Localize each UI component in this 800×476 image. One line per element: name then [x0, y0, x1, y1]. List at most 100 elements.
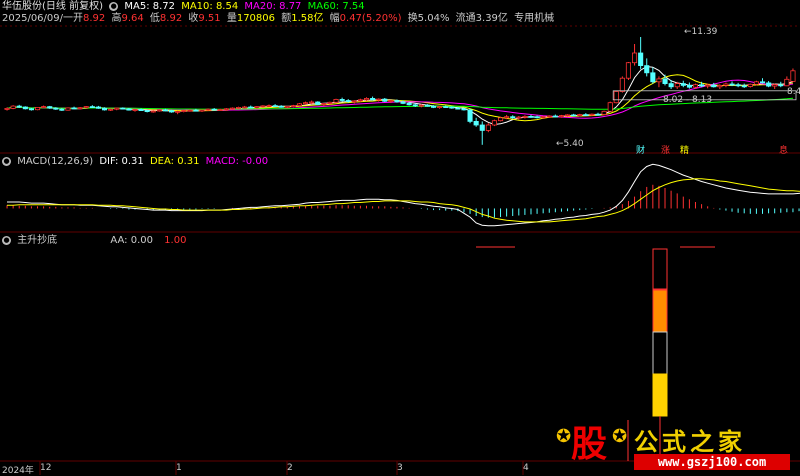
price-panel — [4, 36, 797, 145]
candle — [497, 117, 504, 122]
candle — [540, 116, 546, 119]
macd-panel — [6, 163, 800, 227]
candle — [388, 100, 394, 102]
candle — [424, 104, 430, 107]
candle — [686, 85, 692, 88]
candle — [278, 105, 284, 108]
logo-title: 公式之家 — [634, 428, 746, 456]
high-annotation-value: 11.39 — [691, 27, 718, 37]
candle — [260, 105, 266, 108]
candle — [168, 110, 175, 113]
candle — [656, 78, 662, 83]
candle — [778, 84, 784, 87]
candle — [412, 104, 418, 107]
candle — [394, 100, 400, 103]
tag-featured[interactable]: 精 — [680, 143, 689, 156]
candle — [248, 106, 254, 109]
candle — [77, 107, 83, 110]
candle — [327, 101, 333, 104]
candle — [619, 77, 625, 92]
candle — [577, 114, 583, 116]
candle — [290, 105, 296, 107]
x-label-4: 4 — [523, 463, 529, 473]
candle — [625, 62, 631, 79]
candle — [516, 116, 522, 119]
candle — [16, 105, 22, 108]
candle — [114, 107, 120, 110]
candle — [235, 107, 242, 109]
candle — [772, 84, 778, 87]
candle — [351, 100, 357, 103]
candle — [333, 99, 339, 103]
candle — [711, 84, 717, 88]
candle — [175, 110, 181, 113]
candle — [674, 83, 680, 88]
candle — [528, 116, 534, 118]
stock-chart[interactable] — [0, 0, 800, 475]
candle — [717, 85, 723, 88]
candle — [321, 103, 327, 105]
candle — [120, 107, 126, 110]
candle — [699, 84, 705, 87]
candle — [187, 109, 193, 112]
candle — [156, 109, 162, 112]
candle — [83, 106, 89, 109]
candle — [132, 109, 138, 111]
candle — [504, 116, 510, 119]
candle — [443, 106, 449, 108]
candle — [784, 78, 790, 87]
candle — [510, 116, 516, 119]
low-annotation-value: 5.40 — [563, 139, 584, 149]
candle — [760, 81, 766, 84]
candle — [534, 116, 540, 119]
range-annotation: 8.02 - 8.13 — [663, 95, 713, 105]
candle — [10, 105, 16, 109]
candle — [467, 109, 473, 122]
candle — [199, 109, 205, 112]
candle — [522, 116, 528, 118]
candle — [229, 107, 236, 110]
candle — [41, 106, 47, 108]
candle — [138, 109, 144, 112]
candle — [595, 113, 601, 116]
candle — [650, 72, 656, 83]
candle — [150, 110, 156, 113]
candle — [205, 108, 211, 111]
candle — [406, 103, 412, 106]
candle — [193, 109, 199, 112]
x-label-12: 12 — [40, 463, 52, 473]
candle — [705, 84, 711, 87]
candle — [95, 106, 102, 109]
candle — [108, 108, 114, 111]
x-label-year: 2024年 — [2, 466, 34, 476]
candle — [400, 101, 406, 104]
candle — [162, 109, 169, 112]
indicator-bar-outline — [652, 331, 668, 375]
candle — [28, 108, 34, 111]
candle — [449, 106, 455, 109]
indicator-bar-outline — [652, 248, 668, 290]
right-price-label: 8.4 — [787, 87, 800, 97]
candle — [790, 70, 796, 82]
candle — [217, 109, 223, 111]
candle — [583, 114, 589, 116]
candle — [357, 99, 363, 102]
candle — [552, 115, 558, 118]
candle — [766, 82, 772, 87]
candle — [461, 108, 467, 111]
tag-limit-up[interactable]: 涨 — [661, 143, 670, 156]
tag-dividend[interactable]: 息 — [779, 143, 788, 156]
candle — [437, 106, 443, 108]
tag-finance[interactable]: 财 — [636, 143, 645, 156]
candle — [345, 100, 351, 103]
candle — [144, 110, 150, 112]
x-label-3: 3 — [397, 463, 403, 473]
x-label-1: 1 — [176, 463, 182, 473]
candle — [473, 121, 479, 126]
candle — [89, 106, 95, 108]
right-horn-icon: ✪ — [612, 426, 628, 447]
candle — [644, 65, 650, 74]
candle — [65, 107, 71, 111]
candle — [632, 52, 638, 64]
candle — [35, 107, 41, 111]
